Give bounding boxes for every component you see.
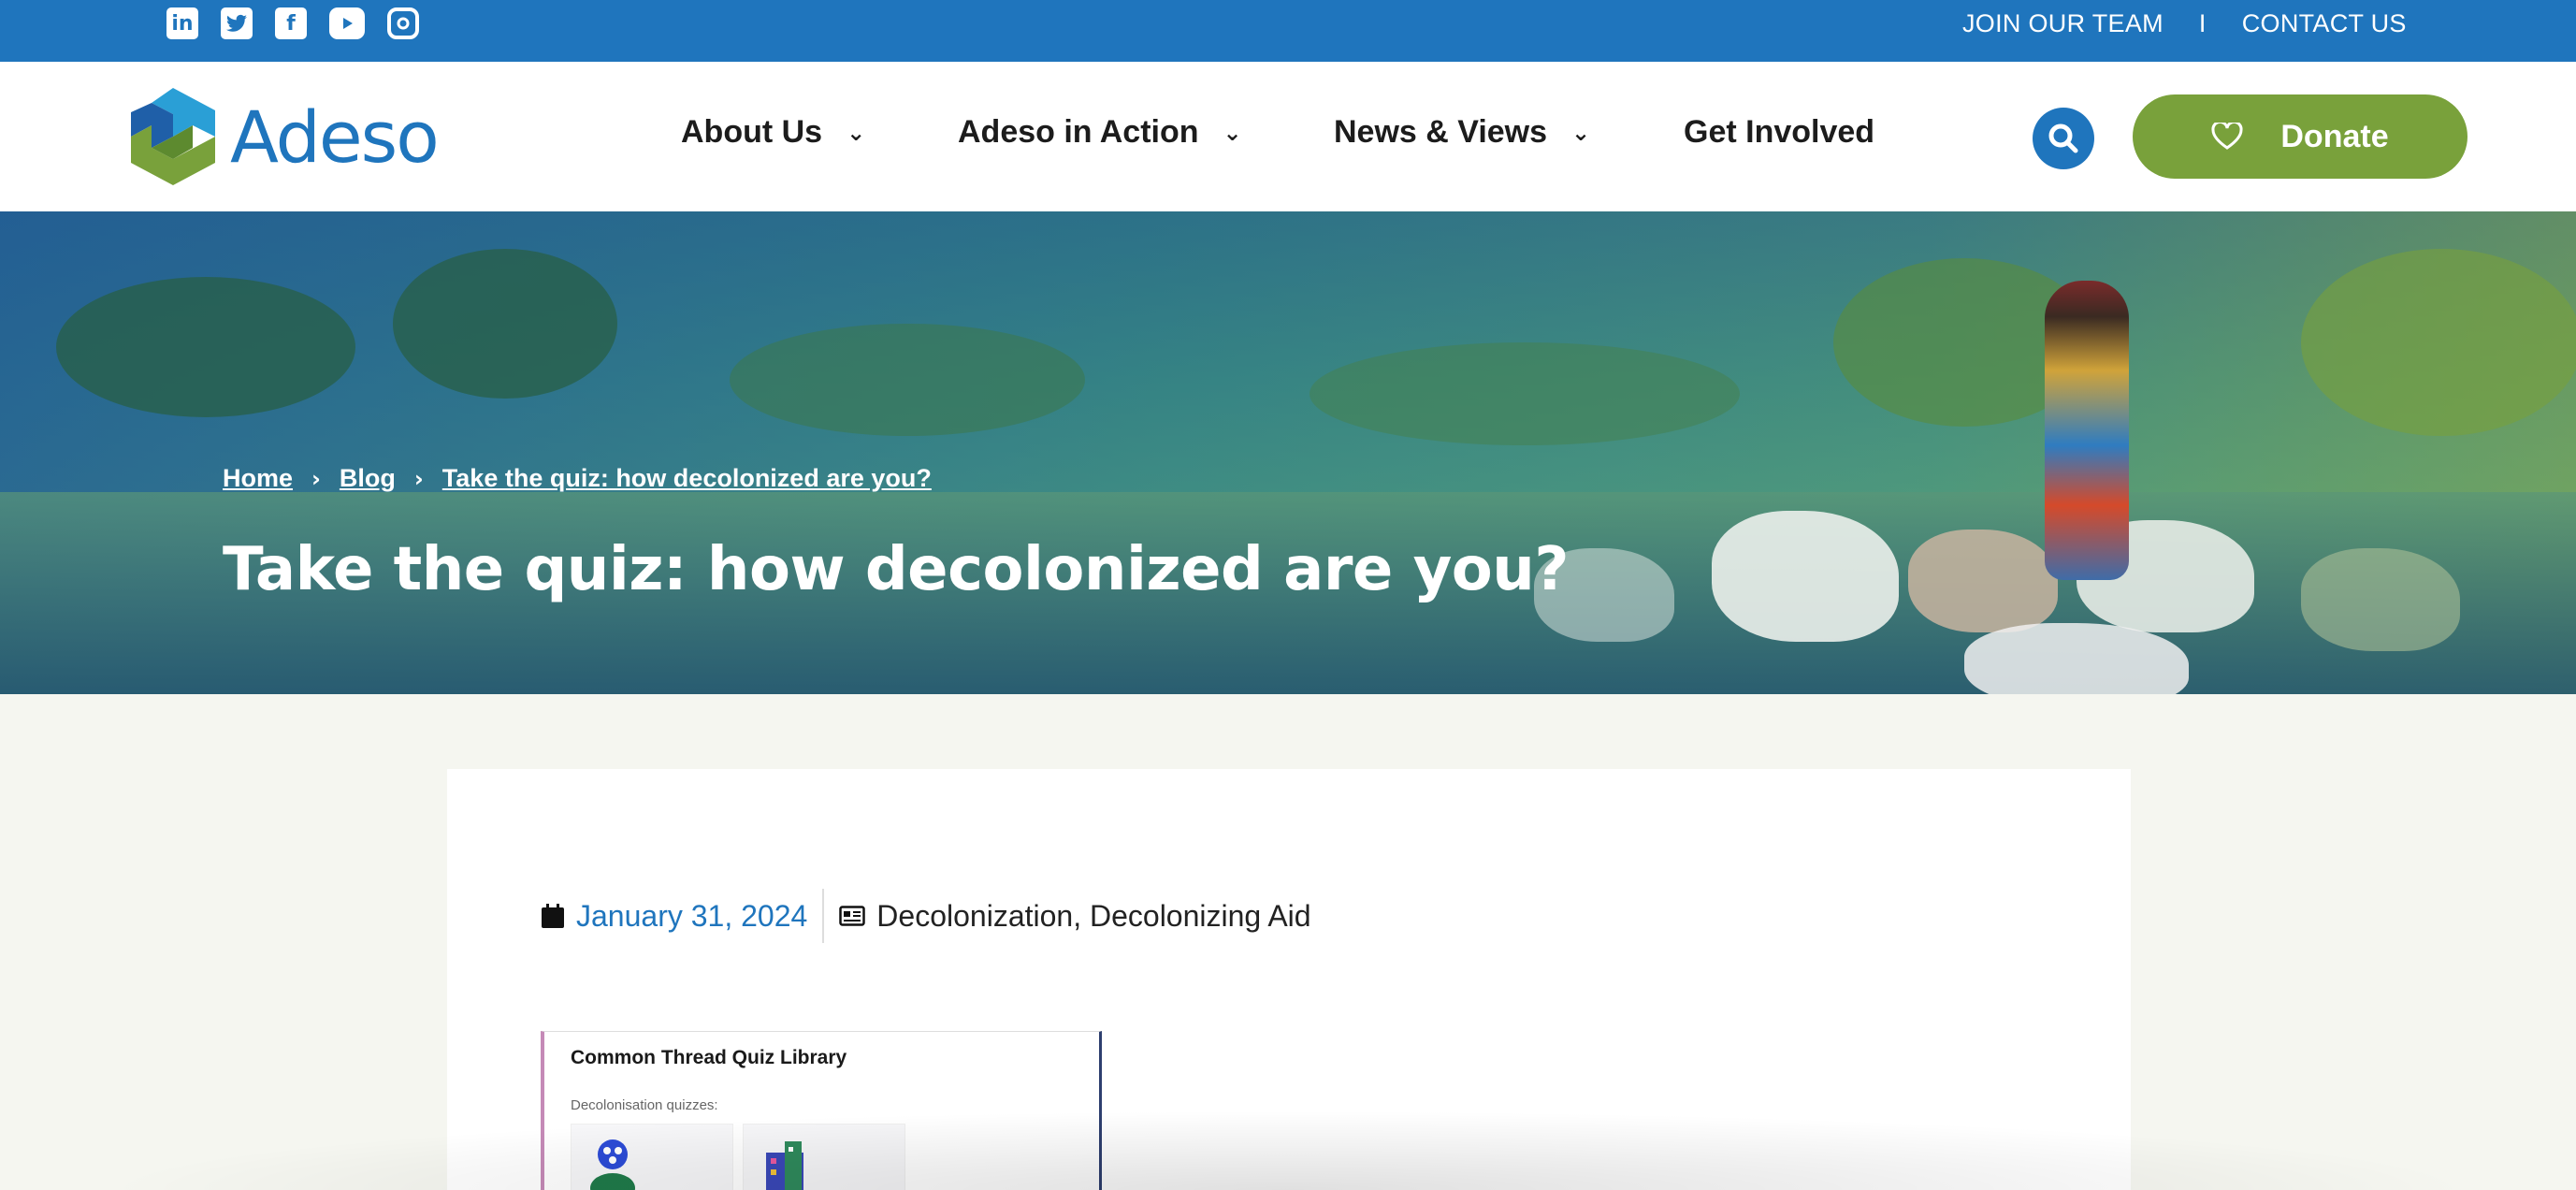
breadcrumb: Home › Blog › Take the quiz: how decolon… bbox=[223, 464, 932, 493]
logo-mark-icon bbox=[127, 86, 219, 187]
social-links: in f bbox=[166, 7, 419, 39]
nav-get-involved[interactable]: Get Involved bbox=[1684, 114, 1874, 151]
logo-text: Adeso bbox=[230, 94, 440, 179]
hero-banner: Home › Blog › Take the quiz: how decolon… bbox=[0, 211, 2576, 694]
contact-us-link[interactable]: CONTACT US bbox=[2242, 9, 2407, 38]
linkedin-icon[interactable]: in bbox=[166, 7, 198, 39]
page-title: Take the quiz: how decolonized are you? bbox=[223, 535, 1569, 604]
post-thumbnail[interactable]: Common Thread Quiz Library Decolonisatio… bbox=[541, 1031, 1102, 1190]
post-card: January 31, 2024 Decolonization, Decolon… bbox=[447, 769, 2131, 1190]
twitter-icon[interactable] bbox=[221, 7, 253, 39]
nav-label: Get Involved bbox=[1684, 114, 1875, 150]
thumbnail-title: Common Thread Quiz Library bbox=[571, 1047, 847, 1068]
chevron-down-icon: ⌄ bbox=[1571, 119, 1591, 146]
donate-label: Donate bbox=[2280, 118, 2389, 154]
nav-label: Adeso in Action bbox=[958, 114, 1199, 150]
breadcrumb-home[interactable]: Home bbox=[223, 464, 293, 493]
nav-label: News & Views bbox=[1334, 114, 1548, 150]
goat-shape bbox=[2301, 548, 2460, 651]
goat-shape bbox=[1712, 511, 1899, 642]
tree-shape bbox=[730, 324, 1085, 436]
chevron-right-icon: › bbox=[311, 465, 321, 492]
newspaper-icon bbox=[839, 906, 866, 926]
chevron-down-icon: ⌄ bbox=[847, 119, 866, 146]
nav-label: About Us bbox=[681, 114, 823, 150]
quiz-tile bbox=[571, 1124, 733, 1190]
top-links: JOIN OUR TEAM I CONTACT US bbox=[1962, 9, 2407, 38]
post-categories[interactable]: Decolonization, Decolonizing Aid bbox=[876, 899, 1310, 934]
goat-shape bbox=[1908, 530, 2058, 632]
tree-shape bbox=[1310, 342, 1740, 445]
search-icon bbox=[2048, 123, 2078, 153]
chevron-right-icon: › bbox=[413, 465, 424, 492]
nav-adeso-in-action[interactable]: Adeso in Action ⌄ bbox=[958, 114, 1242, 151]
post-meta: January 31, 2024 Decolonization, Decolon… bbox=[541, 889, 1311, 943]
search-button[interactable] bbox=[2033, 108, 2094, 169]
site-logo[interactable]: Adeso bbox=[127, 86, 440, 187]
nav-news-and-views[interactable]: News & Views ⌄ bbox=[1334, 114, 1590, 151]
people-icon bbox=[590, 1139, 635, 1190]
tree-shape bbox=[2301, 249, 2576, 436]
breadcrumb-current[interactable]: Take the quiz: how decolonized are you? bbox=[442, 464, 932, 493]
calendar-icon bbox=[542, 904, 564, 928]
heart-icon bbox=[2211, 123, 2243, 150]
tree-shape bbox=[56, 277, 355, 417]
youtube-icon[interactable] bbox=[329, 7, 365, 39]
facebook-icon[interactable]: f bbox=[275, 7, 307, 39]
thumbnail-subtitle: Decolonisation quizzes: bbox=[571, 1097, 718, 1113]
nav-about-us[interactable]: About Us ⌄ bbox=[681, 114, 865, 151]
tree-shape bbox=[393, 249, 617, 399]
site-header: Adeso About Us ⌄ Adeso in Action ⌄ News … bbox=[0, 62, 2576, 211]
post-date[interactable]: January 31, 2024 bbox=[576, 899, 807, 934]
woman-figure bbox=[2045, 281, 2129, 580]
breadcrumb-blog[interactable]: Blog bbox=[340, 464, 396, 493]
quiz-tile bbox=[743, 1124, 905, 1190]
instagram-icon[interactable] bbox=[387, 7, 419, 39]
chevron-down-icon: ⌄ bbox=[1223, 119, 1242, 146]
top-links-separator: I bbox=[2198, 9, 2207, 37]
join-our-team-link[interactable]: JOIN OUR TEAM bbox=[1962, 9, 2164, 38]
meta-divider bbox=[822, 889, 825, 943]
top-bar: in f JOIN OUR TEAM I CONTACT US bbox=[0, 0, 2576, 62]
donate-button[interactable]: Donate bbox=[2133, 94, 2467, 179]
building-icon bbox=[766, 1141, 803, 1190]
